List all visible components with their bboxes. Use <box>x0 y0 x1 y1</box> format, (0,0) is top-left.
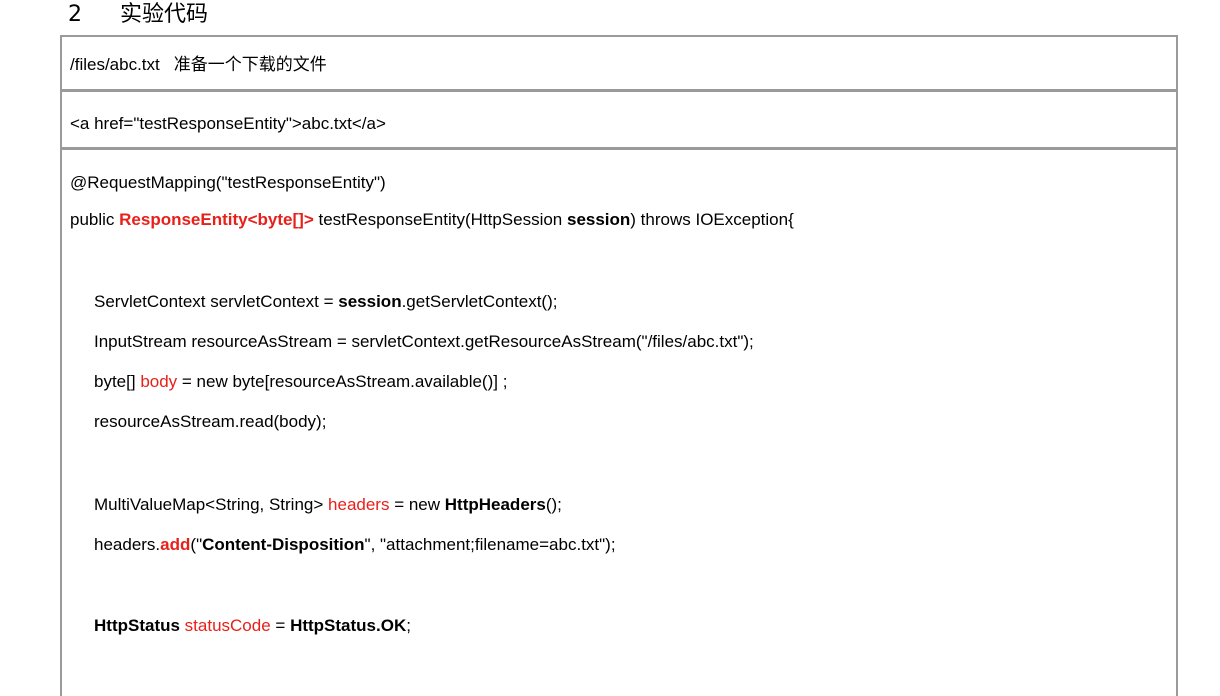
code-line: InputStream resourceAsStream = servletCo… <box>94 332 754 351</box>
code-token: headers. <box>94 535 161 554</box>
code-block: @RequestMapping("testResponseEntity") pu… <box>62 153 1176 696</box>
code-token: MultiValueMap<String, String> <box>94 495 329 514</box>
file-note: 准备一个下载的文件 <box>173 55 327 75</box>
code-token: ; <box>406 616 411 635</box>
code-token-bold: HttpStatus.OK <box>290 616 407 635</box>
code-token-highlight: add <box>160 535 191 554</box>
code-token-highlight: statusCode <box>179 616 271 635</box>
link-row: <a href="testResponseEntity">abc.txt</a> <box>62 95 1176 150</box>
code-token: ", "attachment;filename=abc.txt"); <box>364 535 616 554</box>
code-token-bold: session <box>338 292 402 311</box>
code-line: ServletContext servletContext = session.… <box>94 291 557 313</box>
code-token: = new byte[resourceAsStream.available()]… <box>177 372 508 391</box>
code-token: .getServletContext(); <box>401 292 558 311</box>
file-row-text: /files/abc.txt 准备一个下载的文件 <box>70 54 327 76</box>
code-token: ServletContext servletContext = <box>94 292 339 311</box>
code-token-bold: HttpHeaders <box>444 495 546 514</box>
code-token-highlight: headers <box>328 495 390 514</box>
code-token: byte[] <box>94 372 141 391</box>
file-row: /files/abc.txt 准备一个下载的文件 <box>62 37 1176 92</box>
code-line: headers.add("Content-Disposition", "atta… <box>94 534 616 556</box>
code-token: = new <box>389 495 445 514</box>
code-table: /files/abc.txt 准备一个下载的文件 <a href="testRes… <box>60 35 1178 696</box>
code-token-highlight: body <box>140 372 178 391</box>
section-number: 2 <box>68 2 82 27</box>
file-path: /files/abc.txt <box>70 55 160 74</box>
code-token: ) throws IOException{ <box>630 210 794 229</box>
code-token-bold: HttpStatus <box>94 616 180 635</box>
code-token: = <box>270 616 291 635</box>
section-title: 实验代码 <box>120 2 209 27</box>
code-token-bold: session <box>566 210 631 229</box>
code-token: public <box>70 210 120 229</box>
code-line: resourceAsStream.read(body); <box>94 412 327 431</box>
code-token-highlight: ResponseEntity<byte[]> <box>119 210 314 229</box>
section-heading: 2 实验代码 <box>68 0 208 32</box>
code-token-bold: Content-Disposition <box>202 535 365 554</box>
code-line: HttpStatus statusCode = HttpStatus.OK; <box>94 615 411 637</box>
code-token: (" <box>190 535 203 554</box>
code-line: MultiValueMap<String, String> headers = … <box>94 494 562 516</box>
code-token: testResponseEntity(HttpSession <box>313 210 567 229</box>
code-token: (); <box>545 495 562 514</box>
link-html-snippet: <a href="testResponseEntity">abc.txt</a> <box>70 114 386 133</box>
code-line: @RequestMapping("testResponseEntity") <box>70 173 386 192</box>
code-line: public ResponseEntity<byte[]> testRespon… <box>70 209 794 231</box>
code-line: byte[] body = new byte[resourceAsStream.… <box>94 371 507 393</box>
